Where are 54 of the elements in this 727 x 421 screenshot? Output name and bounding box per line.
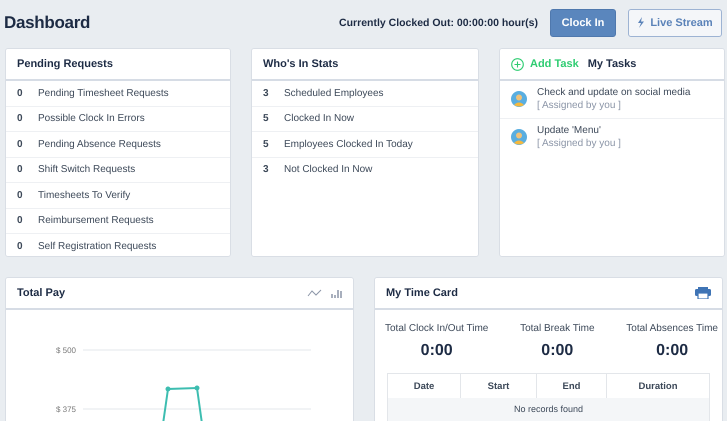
card-title: Pending Requests [17, 58, 113, 70]
task-title[interactable]: Check and update on social media [537, 87, 690, 98]
task-note: [ Assigned by you ] [537, 138, 621, 149]
card-title: Who's In Stats [263, 58, 338, 70]
request-count: 0 [17, 164, 24, 176]
request-count: 0 [17, 240, 24, 252]
request-count: 0 [17, 113, 24, 124]
add-icon[interactable] [511, 58, 524, 70]
stat-label: Scheduled Employees [284, 88, 384, 99]
stat-count: 5 [263, 138, 270, 150]
y-axis-label: $ 375 [56, 405, 76, 414]
request-count: 0 [17, 88, 24, 99]
request-label: Pending Timesheet Requests [38, 88, 169, 99]
card-title: Total Pay [17, 287, 66, 299]
stat-value: 0:00 [656, 342, 688, 360]
stat-label: Total Absences Time [626, 323, 718, 334]
page-title: Dashboard [4, 12, 92, 32]
request-count: 0 [17, 138, 24, 150]
stat-count: 3 [263, 88, 270, 99]
task-title[interactable]: Update 'Menu' [537, 125, 621, 136]
stat-label: Employees Clocked In Today [284, 138, 413, 150]
stat-value: 0:00 [541, 342, 574, 360]
empty-message: No records found [388, 398, 709, 421]
add-task-link[interactable]: Add Task [530, 58, 579, 70]
request-label: Possible Clock In Errors [38, 113, 145, 124]
request-label: Shift Switch Requests [38, 164, 136, 176]
avatar-icon [511, 129, 527, 145]
clock-in-button[interactable]: Clock In [550, 8, 616, 36]
live-stream-button[interactable]: Live Stream [628, 8, 722, 36]
pay-line-drawing [160, 386, 205, 421]
line-chart-icon[interactable] [307, 289, 323, 297]
request-label: Reimbursement Requests [38, 215, 154, 226]
request-label: Pending Absence Requests [38, 138, 161, 150]
clock-status: Currently Clocked Out: 00:00:00 hour(s) [339, 16, 538, 28]
print-icon[interactable] [695, 287, 711, 299]
request-count: 0 [17, 190, 24, 201]
card-title: My Tasks [588, 58, 636, 70]
column-header: Duration [637, 380, 679, 394]
stat-value: 0:00 [420, 342, 453, 360]
request-label: Timesheets To Verify [38, 190, 130, 201]
y-axis-label: $ 500 [56, 346, 76, 355]
stat-label: Total Break Time [520, 323, 595, 334]
bar-chart-icon[interactable] [331, 288, 342, 298]
stat-label: Total Clock In/Out Time [385, 323, 488, 334]
stat-count: 3 [263, 164, 270, 176]
request-count: 0 [17, 215, 24, 226]
lightning-icon [637, 17, 646, 28]
request-label: Self Registration Requests [38, 240, 156, 252]
stat-label: Not Clocked In Now [284, 164, 372, 176]
card-title: My Time Card [386, 287, 458, 299]
stat-count: 5 [263, 113, 270, 124]
avatar-icon [511, 91, 527, 107]
task-note: [ Assigned by you ] [537, 100, 622, 111]
stat-label: Clocked In Now [284, 113, 354, 124]
